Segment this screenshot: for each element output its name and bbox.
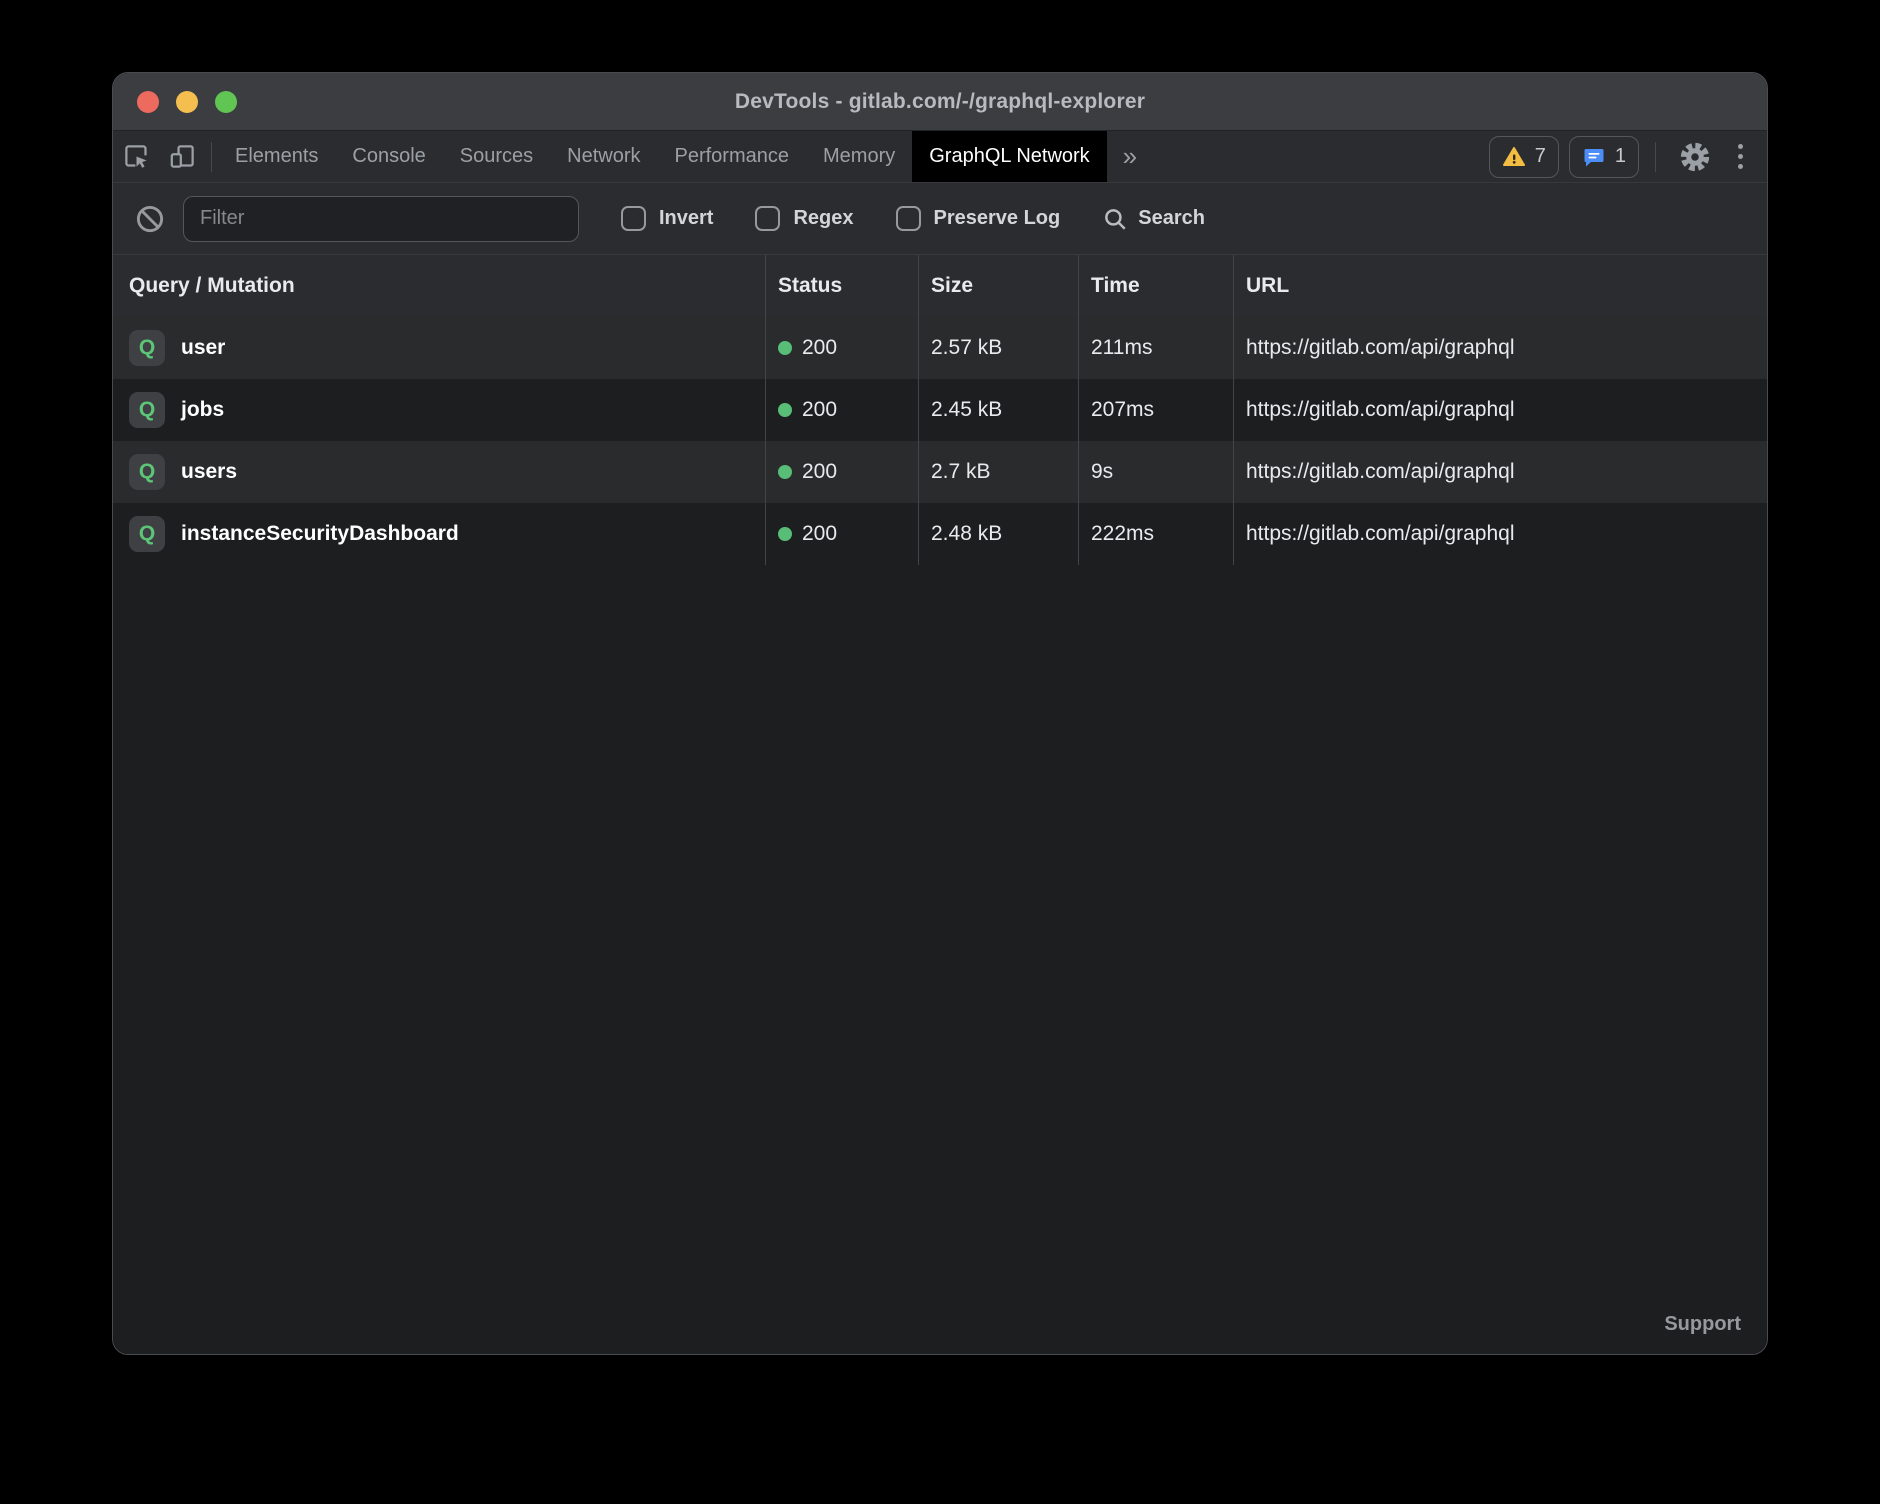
response-size: 2.7 kB <box>919 441 1079 503</box>
more-options-button[interactable] <box>1728 144 1753 169</box>
query-name: user <box>181 336 225 360</box>
preserve-log-checkbox[interactable] <box>896 206 921 231</box>
request-url: https://gitlab.com/api/graphql <box>1234 379 1767 441</box>
filter-options: Invert Regex Preserve Log Search <box>621 206 1205 232</box>
inspect-cursor-icon <box>123 143 150 170</box>
table-row[interactable]: Q instanceSecurityDashboard 200 2.48 kB … <box>113 503 1767 565</box>
status-code: 200 <box>802 460 837 484</box>
response-time: 222ms <box>1079 503 1234 565</box>
column-header-url[interactable]: URL <box>1234 255 1767 317</box>
window-title: DevTools - gitlab.com/-/graphql-explorer <box>113 73 1767 130</box>
column-header-status[interactable]: Status <box>766 255 919 317</box>
devtools-window: DevTools - gitlab.com/-/graphql-explorer… <box>112 72 1768 1355</box>
query-type-badge: Q <box>129 454 165 490</box>
response-time: 9s <box>1079 441 1234 503</box>
request-url: https://gitlab.com/api/graphql <box>1234 441 1767 503</box>
request-url: https://gitlab.com/api/graphql <box>1234 317 1767 379</box>
block-circle-icon <box>135 204 165 234</box>
filter-input[interactable] <box>183 196 579 242</box>
badges-separator <box>1655 142 1656 172</box>
invert-checkbox-group[interactable]: Invert <box>621 206 713 231</box>
table-header: Query / Mutation Status Size Time URL <box>113 255 1767 317</box>
preserve-log-label: Preserve Log <box>934 207 1061 230</box>
query-type-badge: Q <box>129 392 165 428</box>
column-header-size[interactable]: Size <box>919 255 1079 317</box>
tab-console[interactable]: Console <box>335 131 442 182</box>
toolbar-separator <box>211 142 212 172</box>
inspect-element-button[interactable] <box>113 131 159 182</box>
response-size: 2.48 kB <box>919 503 1079 565</box>
table-row[interactable]: Q users 200 2.7 kB 9s https://gitlab.com… <box>113 441 1767 503</box>
query-type-badge: Q <box>129 516 165 552</box>
status-code: 200 <box>802 522 837 546</box>
invert-checkbox[interactable] <box>621 206 646 231</box>
device-toolbar-icon <box>169 143 196 170</box>
gear-icon <box>1680 142 1710 172</box>
kebab-dot <box>1738 154 1743 159</box>
settings-button[interactable] <box>1672 142 1718 172</box>
status-ok-dot <box>778 341 792 355</box>
tab-performance[interactable]: Performance <box>658 131 807 182</box>
warnings-count: 7 <box>1535 145 1546 168</box>
warnings-badge-button[interactable]: 7 <box>1489 136 1559 178</box>
tab-graphql-network[interactable]: GraphQL Network <box>912 131 1106 182</box>
more-tabs-button[interactable]: » <box>1107 131 1153 182</box>
query-name: instanceSecurityDashboard <box>181 522 459 546</box>
chevron-double-right-icon: » <box>1123 141 1137 172</box>
column-header-query[interactable]: Query / Mutation <box>113 255 766 317</box>
kebab-dot <box>1738 164 1743 169</box>
filter-toolbar: Invert Regex Preserve Log Search <box>113 183 1767 255</box>
title-bar: DevTools - gitlab.com/-/graphql-explorer <box>113 73 1767 131</box>
messages-badge-button[interactable]: 1 <box>1569 136 1639 178</box>
messages-count: 1 <box>1615 145 1626 168</box>
regex-label: Regex <box>793 207 853 230</box>
query-name: jobs <box>181 398 224 422</box>
device-toolbar-button[interactable] <box>159 131 205 182</box>
tabbar-right-cluster: 7 1 <box>1489 131 1767 182</box>
column-header-time[interactable]: Time <box>1079 255 1234 317</box>
tab-network[interactable]: Network <box>550 131 657 182</box>
search-label: Search <box>1138 207 1205 230</box>
status-ok-dot <box>778 403 792 417</box>
support-link[interactable]: Support <box>1664 1313 1741 1336</box>
tab-elements[interactable]: Elements <box>218 131 335 182</box>
regex-checkbox-group[interactable]: Regex <box>755 206 853 231</box>
search-icon <box>1102 206 1128 232</box>
status-code: 200 <box>802 398 837 422</box>
status-ok-dot <box>778 465 792 479</box>
message-bubble-icon <box>1582 145 1606 169</box>
panel-empty-area: Support <box>113 565 1767 1354</box>
response-time: 207ms <box>1079 379 1234 441</box>
regex-checkbox[interactable] <box>755 206 780 231</box>
request-url: https://gitlab.com/api/graphql <box>1234 503 1767 565</box>
clear-requests-button[interactable] <box>135 204 165 234</box>
preserve-log-checkbox-group[interactable]: Preserve Log <box>896 206 1061 231</box>
table-row[interactable]: Q user 200 2.57 kB 211ms https://gitlab.… <box>113 317 1767 379</box>
tab-sources[interactable]: Sources <box>443 131 550 182</box>
response-time: 211ms <box>1079 317 1234 379</box>
response-size: 2.45 kB <box>919 379 1079 441</box>
warning-icon <box>1502 145 1526 169</box>
invert-label: Invert <box>659 207 713 230</box>
devtools-tab-bar: Elements Console Sources Network Perform… <box>113 131 1767 183</box>
status-ok-dot <box>778 527 792 541</box>
response-size: 2.57 kB <box>919 317 1079 379</box>
kebab-dot <box>1738 144 1743 149</box>
table-row[interactable]: Q jobs 200 2.45 kB 207ms https://gitlab.… <box>113 379 1767 441</box>
query-type-badge: Q <box>129 330 165 366</box>
query-name: users <box>181 460 237 484</box>
tab-memory[interactable]: Memory <box>806 131 912 182</box>
search-button[interactable]: Search <box>1102 206 1205 232</box>
status-code: 200 <box>802 336 837 360</box>
